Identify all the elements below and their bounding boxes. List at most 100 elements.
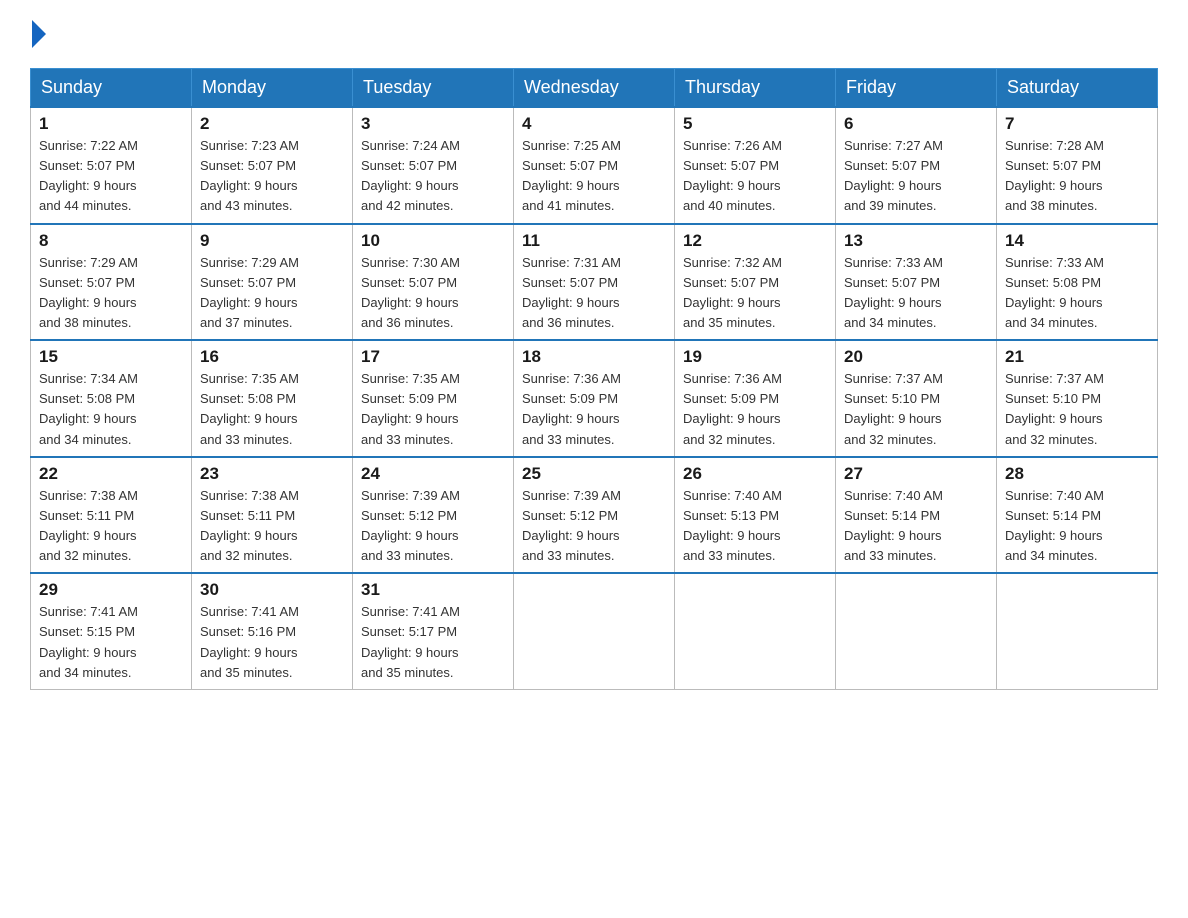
weekday-header-wednesday: Wednesday	[514, 69, 675, 108]
day-info: Sunrise: 7:40 AMSunset: 5:14 PMDaylight:…	[1005, 486, 1149, 567]
day-info: Sunrise: 7:29 AMSunset: 5:07 PMDaylight:…	[200, 253, 344, 334]
day-info: Sunrise: 7:35 AMSunset: 5:08 PMDaylight:…	[200, 369, 344, 450]
day-number: 5	[683, 114, 827, 134]
calendar-cell: 30Sunrise: 7:41 AMSunset: 5:16 PMDayligh…	[192, 573, 353, 689]
weekday-header-friday: Friday	[836, 69, 997, 108]
calendar-cell: 10Sunrise: 7:30 AMSunset: 5:07 PMDayligh…	[353, 224, 514, 341]
day-number: 28	[1005, 464, 1149, 484]
day-number: 23	[200, 464, 344, 484]
day-number: 24	[361, 464, 505, 484]
calendar-cell: 11Sunrise: 7:31 AMSunset: 5:07 PMDayligh…	[514, 224, 675, 341]
day-number: 17	[361, 347, 505, 367]
calendar-cell: 28Sunrise: 7:40 AMSunset: 5:14 PMDayligh…	[997, 457, 1158, 574]
day-info: Sunrise: 7:27 AMSunset: 5:07 PMDaylight:…	[844, 136, 988, 217]
week-row-3: 15Sunrise: 7:34 AMSunset: 5:08 PMDayligh…	[31, 340, 1158, 457]
calendar-cell: 25Sunrise: 7:39 AMSunset: 5:12 PMDayligh…	[514, 457, 675, 574]
weekday-header-monday: Monday	[192, 69, 353, 108]
day-info: Sunrise: 7:40 AMSunset: 5:13 PMDaylight:…	[683, 486, 827, 567]
calendar-cell: 15Sunrise: 7:34 AMSunset: 5:08 PMDayligh…	[31, 340, 192, 457]
day-info: Sunrise: 7:26 AMSunset: 5:07 PMDaylight:…	[683, 136, 827, 217]
day-number: 22	[39, 464, 183, 484]
day-number: 19	[683, 347, 827, 367]
calendar-cell: 27Sunrise: 7:40 AMSunset: 5:14 PMDayligh…	[836, 457, 997, 574]
day-number: 13	[844, 231, 988, 251]
day-number: 15	[39, 347, 183, 367]
day-info: Sunrise: 7:25 AMSunset: 5:07 PMDaylight:…	[522, 136, 666, 217]
week-row-1: 1Sunrise: 7:22 AMSunset: 5:07 PMDaylight…	[31, 107, 1158, 224]
day-number: 3	[361, 114, 505, 134]
day-info: Sunrise: 7:40 AMSunset: 5:14 PMDaylight:…	[844, 486, 988, 567]
calendar-cell: 22Sunrise: 7:38 AMSunset: 5:11 PMDayligh…	[31, 457, 192, 574]
day-info: Sunrise: 7:39 AMSunset: 5:12 PMDaylight:…	[522, 486, 666, 567]
day-number: 9	[200, 231, 344, 251]
day-info: Sunrise: 7:23 AMSunset: 5:07 PMDaylight:…	[200, 136, 344, 217]
calendar-cell: 20Sunrise: 7:37 AMSunset: 5:10 PMDayligh…	[836, 340, 997, 457]
day-info: Sunrise: 7:24 AMSunset: 5:07 PMDaylight:…	[361, 136, 505, 217]
weekday-header-thursday: Thursday	[675, 69, 836, 108]
day-info: Sunrise: 7:37 AMSunset: 5:10 PMDaylight:…	[844, 369, 988, 450]
day-number: 2	[200, 114, 344, 134]
week-row-4: 22Sunrise: 7:38 AMSunset: 5:11 PMDayligh…	[31, 457, 1158, 574]
day-number: 14	[1005, 231, 1149, 251]
day-number: 16	[200, 347, 344, 367]
day-number: 20	[844, 347, 988, 367]
day-info: Sunrise: 7:41 AMSunset: 5:15 PMDaylight:…	[39, 602, 183, 683]
calendar-cell	[675, 573, 836, 689]
calendar-cell: 23Sunrise: 7:38 AMSunset: 5:11 PMDayligh…	[192, 457, 353, 574]
calendar-cell	[997, 573, 1158, 689]
day-info: Sunrise: 7:30 AMSunset: 5:07 PMDaylight:…	[361, 253, 505, 334]
calendar-cell	[514, 573, 675, 689]
day-info: Sunrise: 7:29 AMSunset: 5:07 PMDaylight:…	[39, 253, 183, 334]
calendar-cell: 16Sunrise: 7:35 AMSunset: 5:08 PMDayligh…	[192, 340, 353, 457]
logo-arrow-icon	[32, 20, 46, 48]
week-row-2: 8Sunrise: 7:29 AMSunset: 5:07 PMDaylight…	[31, 224, 1158, 341]
day-number: 25	[522, 464, 666, 484]
calendar-cell: 18Sunrise: 7:36 AMSunset: 5:09 PMDayligh…	[514, 340, 675, 457]
day-info: Sunrise: 7:36 AMSunset: 5:09 PMDaylight:…	[522, 369, 666, 450]
calendar-cell: 6Sunrise: 7:27 AMSunset: 5:07 PMDaylight…	[836, 107, 997, 224]
weekday-header-row: SundayMondayTuesdayWednesdayThursdayFrid…	[31, 69, 1158, 108]
day-number: 21	[1005, 347, 1149, 367]
day-info: Sunrise: 7:36 AMSunset: 5:09 PMDaylight:…	[683, 369, 827, 450]
calendar-cell: 29Sunrise: 7:41 AMSunset: 5:15 PMDayligh…	[31, 573, 192, 689]
day-number: 10	[361, 231, 505, 251]
day-number: 7	[1005, 114, 1149, 134]
calendar-cell: 21Sunrise: 7:37 AMSunset: 5:10 PMDayligh…	[997, 340, 1158, 457]
logo: Blue	[30, 20, 48, 48]
calendar-cell: 2Sunrise: 7:23 AMSunset: 5:07 PMDaylight…	[192, 107, 353, 224]
day-number: 30	[200, 580, 344, 600]
day-info: Sunrise: 7:35 AMSunset: 5:09 PMDaylight:…	[361, 369, 505, 450]
day-info: Sunrise: 7:34 AMSunset: 5:08 PMDaylight:…	[39, 369, 183, 450]
calendar-cell: 14Sunrise: 7:33 AMSunset: 5:08 PMDayligh…	[997, 224, 1158, 341]
day-number: 11	[522, 231, 666, 251]
day-number: 12	[683, 231, 827, 251]
day-info: Sunrise: 7:31 AMSunset: 5:07 PMDaylight:…	[522, 253, 666, 334]
weekday-header-saturday: Saturday	[997, 69, 1158, 108]
day-info: Sunrise: 7:38 AMSunset: 5:11 PMDaylight:…	[39, 486, 183, 567]
calendar-cell: 4Sunrise: 7:25 AMSunset: 5:07 PMDaylight…	[514, 107, 675, 224]
day-info: Sunrise: 7:39 AMSunset: 5:12 PMDaylight:…	[361, 486, 505, 567]
week-row-5: 29Sunrise: 7:41 AMSunset: 5:15 PMDayligh…	[31, 573, 1158, 689]
day-number: 31	[361, 580, 505, 600]
day-info: Sunrise: 7:41 AMSunset: 5:17 PMDaylight:…	[361, 602, 505, 683]
day-info: Sunrise: 7:33 AMSunset: 5:08 PMDaylight:…	[1005, 253, 1149, 334]
calendar-table: SundayMondayTuesdayWednesdayThursdayFrid…	[30, 68, 1158, 690]
day-info: Sunrise: 7:28 AMSunset: 5:07 PMDaylight:…	[1005, 136, 1149, 217]
day-number: 18	[522, 347, 666, 367]
day-info: Sunrise: 7:37 AMSunset: 5:10 PMDaylight:…	[1005, 369, 1149, 450]
day-number: 26	[683, 464, 827, 484]
calendar-cell	[836, 573, 997, 689]
day-info: Sunrise: 7:41 AMSunset: 5:16 PMDaylight:…	[200, 602, 344, 683]
day-number: 8	[39, 231, 183, 251]
day-number: 6	[844, 114, 988, 134]
calendar-cell: 26Sunrise: 7:40 AMSunset: 5:13 PMDayligh…	[675, 457, 836, 574]
calendar-cell: 24Sunrise: 7:39 AMSunset: 5:12 PMDayligh…	[353, 457, 514, 574]
day-info: Sunrise: 7:38 AMSunset: 5:11 PMDaylight:…	[200, 486, 344, 567]
day-info: Sunrise: 7:33 AMSunset: 5:07 PMDaylight:…	[844, 253, 988, 334]
calendar-cell: 5Sunrise: 7:26 AMSunset: 5:07 PMDaylight…	[675, 107, 836, 224]
day-number: 1	[39, 114, 183, 134]
calendar-cell: 3Sunrise: 7:24 AMSunset: 5:07 PMDaylight…	[353, 107, 514, 224]
calendar-cell: 12Sunrise: 7:32 AMSunset: 5:07 PMDayligh…	[675, 224, 836, 341]
calendar-cell: 13Sunrise: 7:33 AMSunset: 5:07 PMDayligh…	[836, 224, 997, 341]
calendar-cell: 9Sunrise: 7:29 AMSunset: 5:07 PMDaylight…	[192, 224, 353, 341]
